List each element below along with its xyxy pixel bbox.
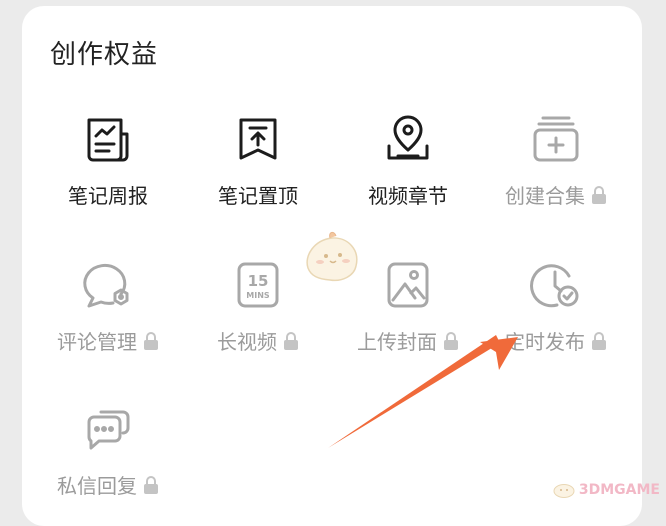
site-watermark: 3DMGAME [553,482,660,498]
pin-top-icon [231,112,285,166]
lock-icon [283,331,299,350]
add-collection-icon [529,112,583,166]
message-reply-icon [81,402,135,456]
benefit-video-chapter[interactable]: 视频章节 [333,112,483,222]
benefit-label: 上传封面 [357,330,437,354]
watermark-logo-icon [553,484,575,498]
upload-cover-icon [381,258,435,312]
long-video-badge-number: 15 [248,272,269,290]
lock-icon [143,331,159,350]
long-video-badge-unit: MINS [246,291,270,300]
benefit-label: 评论管理 [57,330,137,354]
benefit-label: 长视频 [217,330,277,354]
section-title: 创作权益 [50,40,159,70]
benefit-create-collection[interactable]: 创建合集 [481,112,631,222]
benefit-label: 笔记周报 [68,184,148,208]
benefit-note-report[interactable]: 笔记周报 [33,112,183,222]
lock-icon [591,331,607,350]
lock-icon [591,185,607,204]
lock-icon [443,331,459,350]
comment-manage-icon [81,258,135,312]
schedule-publish-icon [529,258,583,312]
benefit-message-reply[interactable]: 私信回复 [33,402,183,512]
benefit-label: 创建合集 [505,184,585,208]
report-icon [81,112,135,166]
long-video-icon: 15 MINS [231,258,285,312]
video-chapter-icon [381,112,435,166]
watermark-text: 3DMGAME [578,482,660,498]
benefit-label: 定时发布 [505,330,585,354]
lock-icon [143,475,159,494]
benefit-label: 笔记置顶 [218,184,298,208]
benefit-label: 私信回复 [57,474,137,498]
benefit-schedule-publish[interactable]: 定时发布 [481,258,631,368]
benefit-comment-manage[interactable]: 评论管理 [33,258,183,368]
benefit-note-pin[interactable]: 笔记置顶 [183,112,333,222]
benefit-label: 视频章节 [368,184,448,208]
mascot-watermark-icon [300,228,364,286]
